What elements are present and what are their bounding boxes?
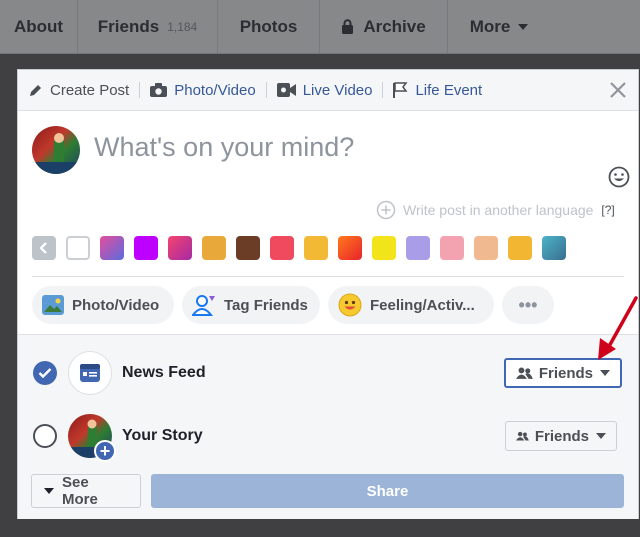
tab-create-post[interactable]: Create Post: [18, 70, 139, 110]
share-destinations: News Feed Friends + Your Story Friends S…: [18, 334, 638, 519]
emoji-icon[interactable]: [608, 166, 630, 188]
write-another-language[interactable]: Write post in another language [?]: [376, 200, 615, 220]
tab-photo-video[interactable]: Photo/Video: [140, 70, 265, 110]
photo-video-button[interactable]: Photo/Video: [32, 286, 174, 324]
feeling-activity-button[interactable]: Feeling/Activ...: [328, 286, 494, 324]
chevron-down-icon: [596, 433, 606, 439]
tab-live-video[interactable]: Live Video: [267, 70, 383, 110]
swatch-back-button[interactable]: [32, 236, 56, 260]
your-story-audience-button[interactable]: Friends: [505, 421, 617, 451]
background-swatch[interactable]: [66, 236, 90, 260]
more-dots-icon: •••: [518, 294, 538, 315]
post-text-input[interactable]: What's on your mind?: [94, 132, 354, 163]
your-story-checkbox[interactable]: [33, 424, 57, 448]
language-help-link[interactable]: [?]: [601, 203, 614, 217]
caret-down-icon: [44, 488, 54, 494]
background-swatch[interactable]: [134, 236, 158, 260]
background-swatch[interactable]: [542, 236, 566, 260]
background-swatch[interactable]: [100, 236, 124, 260]
background-swatch[interactable]: [508, 236, 532, 260]
news-feed-checkbox[interactable]: [33, 361, 57, 385]
background-swatch[interactable]: [474, 236, 498, 260]
background-swatch[interactable]: [270, 236, 294, 260]
checkmark-icon: [38, 368, 52, 379]
background-swatch[interactable]: [236, 236, 260, 260]
annotation-arrow-icon: [598, 296, 638, 360]
background-swatches: [32, 236, 576, 260]
see-more-button[interactable]: See More: [31, 474, 141, 508]
avatar: [32, 126, 80, 174]
chevron-left-icon: [39, 242, 47, 254]
background-swatch[interactable]: [304, 236, 328, 260]
tag-friend-icon: [192, 295, 215, 316]
background-swatch[interactable]: [168, 236, 192, 260]
tab-life-event[interactable]: Life Event: [383, 70, 492, 110]
friends-icon: [516, 431, 529, 441]
chevron-down-icon: [600, 370, 610, 376]
news-feed-icon: [68, 351, 112, 395]
share-button[interactable]: Share: [151, 474, 624, 508]
create-post-dialog: Create Post Photo/Video Live Video Life …: [17, 69, 639, 519]
photo-icon: [42, 295, 64, 315]
composer-header: Create Post Photo/Video Live Video Life …: [18, 70, 638, 111]
background-swatch[interactable]: [338, 236, 362, 260]
news-feed-label: News Feed: [122, 364, 206, 381]
more-options-button[interactable]: •••: [502, 286, 554, 324]
background-swatch[interactable]: [406, 236, 430, 260]
close-icon[interactable]: [608, 80, 628, 100]
plus-circle-icon: [376, 200, 396, 220]
video-camera-icon: [276, 83, 296, 97]
camera-icon: [150, 83, 168, 97]
add-story-icon: +: [94, 440, 116, 462]
pencil-icon: [30, 84, 41, 96]
smiley-icon: [338, 293, 362, 317]
flag-icon: [393, 82, 408, 98]
background-swatch[interactable]: [202, 236, 226, 260]
your-story-label: Your Story: [122, 427, 203, 444]
composer-actions: Photo/Video Tag Friends Feeling/Activ...…: [32, 286, 562, 324]
background-swatch[interactable]: [372, 236, 396, 260]
tag-friends-button[interactable]: Tag Friends: [182, 286, 320, 324]
background-swatch[interactable]: [440, 236, 464, 260]
friends-icon: [516, 367, 533, 379]
